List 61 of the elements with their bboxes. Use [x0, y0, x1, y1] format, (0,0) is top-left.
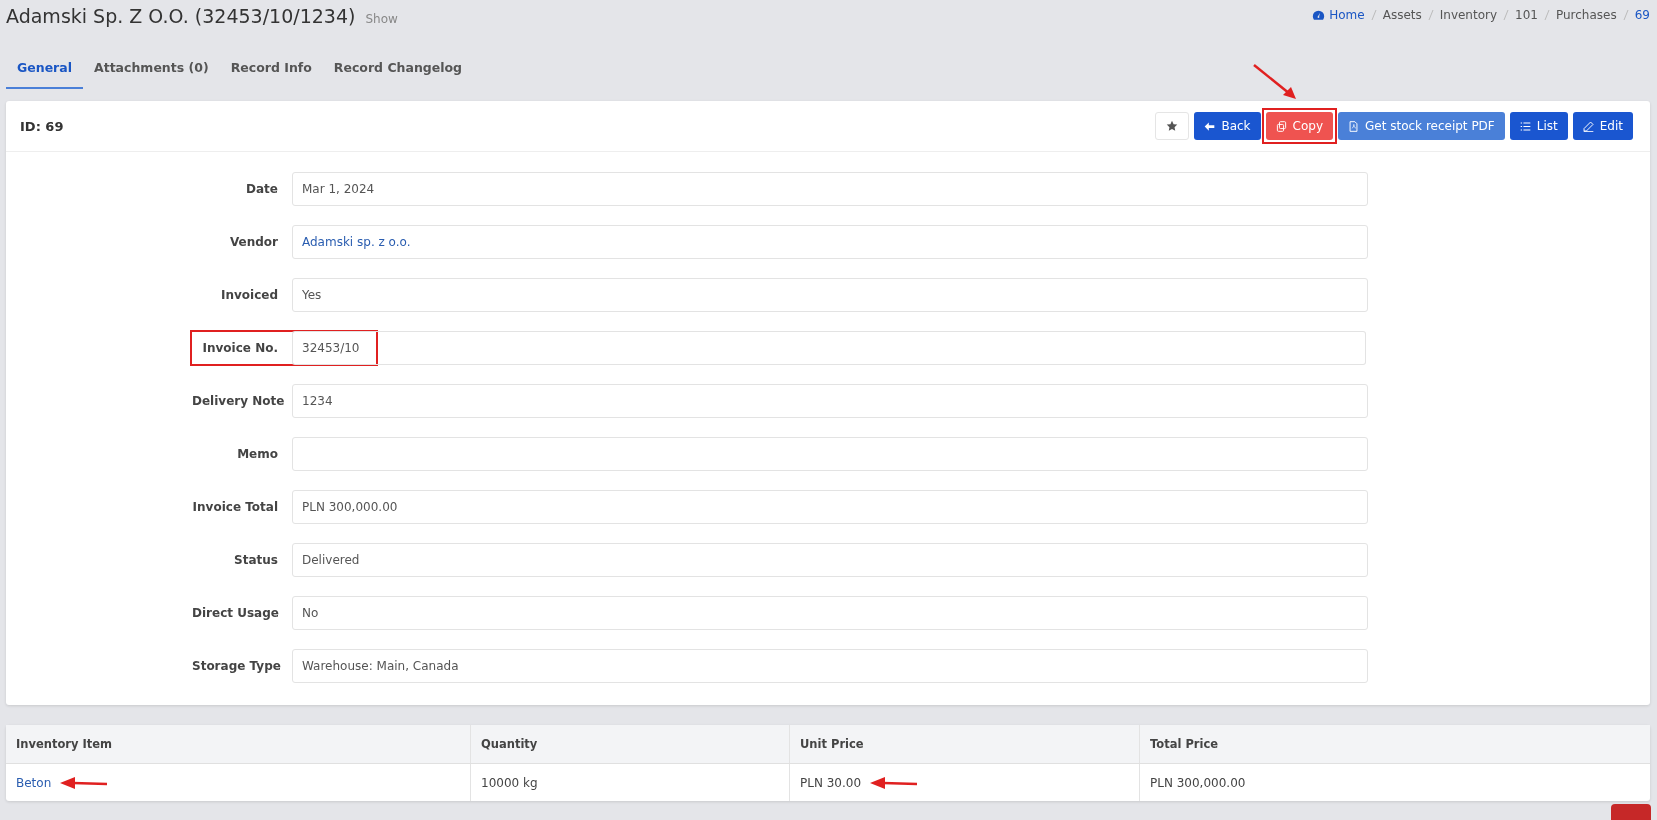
column-header: Unit Price	[789, 725, 1139, 763]
field-label: Invoice No.	[201, 340, 279, 355]
favorite-button[interactable]	[1155, 112, 1190, 140]
annotation-arrow	[59, 776, 110, 790]
breadcrumb-item: Assets	[1382, 8, 1422, 22]
field-value: PLN 300,000.00	[292, 489, 1368, 524]
field-value: Warehouse: Main, Canada	[292, 648, 1368, 683]
cell-text[interactable]: Beton	[16, 776, 52, 790]
list-button[interactable]: List	[1509, 112, 1568, 140]
breadcrumb-separator-icon	[1503, 9, 1510, 21]
field-label: Vendor	[228, 234, 279, 249]
field-label: Storage Type	[192, 658, 282, 673]
field-value: 1234	[292, 383, 1368, 418]
breadcrumb-separator-icon	[1370, 9, 1377, 21]
breadcrumb-item: 101	[1515, 8, 1538, 22]
page-subtitle: Show	[365, 12, 398, 26]
pdf-button[interactable]: Get stock receipt PDF	[1338, 112, 1505, 140]
field-value: Mar 1, 2024	[292, 171, 1368, 206]
tab[interactable]: Record Changelog	[322, 46, 474, 89]
star-icon	[1166, 120, 1179, 132]
back-button[interactable]: Back	[1194, 112, 1261, 140]
page-title: Adamski Sp. Z O.O. (32453/10/1234)	[6, 5, 356, 27]
column-header: Inventory Item	[15, 736, 114, 753]
field-label: Invoiced	[219, 287, 279, 302]
field-label: Status	[233, 552, 279, 567]
annotation-arrow	[869, 776, 920, 790]
table-cell[interactable]: Beton	[6, 764, 470, 801]
breadcrumb-item[interactable]: 69	[1634, 8, 1650, 22]
field-value: No	[292, 595, 1368, 630]
field-value: Yes	[292, 277, 1368, 312]
field-label: Memo	[236, 446, 279, 461]
field-value: Adamski sp. z o.o.	[292, 224, 1368, 259]
cell-text: PLN 300,000.00	[1150, 776, 1246, 790]
breadcrumb-item[interactable]: Home	[1329, 8, 1365, 22]
copy-icon	[1275, 120, 1287, 132]
breadcrumb-separator-icon	[1543, 9, 1550, 21]
breadcrumb-separator-icon	[1622, 9, 1629, 21]
breadcrumb-item: Inventory	[1439, 8, 1498, 22]
edit-button[interactable]: Edit	[1572, 112, 1633, 140]
breadcrumb-separator-icon	[1427, 9, 1434, 21]
breadcrumb-item: Purchases	[1555, 8, 1617, 22]
copy-button[interactable]: Copy	[1265, 112, 1333, 140]
tab[interactable]: Record Info	[219, 46, 323, 89]
file-icon	[1348, 120, 1359, 132]
cell-text: PLN 30.00	[800, 776, 862, 790]
tab[interactable]: Attachments (0)	[83, 46, 220, 89]
arrow-left-icon	[1204, 120, 1216, 132]
column-header: Quantity	[470, 725, 789, 763]
column-header: Total Price	[1139, 725, 1650, 763]
record-id: ID: 69	[20, 118, 64, 134]
field-label: Date	[245, 181, 279, 196]
dashboard-icon	[1312, 8, 1326, 22]
field-label: Delivery Note	[192, 393, 286, 408]
field-value: 32453/10	[292, 330, 376, 365]
field-label: Invoice Total	[192, 499, 279, 514]
tab[interactable]: General	[6, 46, 83, 89]
list-icon	[1519, 120, 1531, 132]
field-value: Delivered	[292, 542, 1368, 577]
pencil-icon	[1582, 120, 1594, 132]
field-label: Direct Usage	[192, 605, 280, 620]
cell-text: 10000 kg	[481, 776, 538, 790]
